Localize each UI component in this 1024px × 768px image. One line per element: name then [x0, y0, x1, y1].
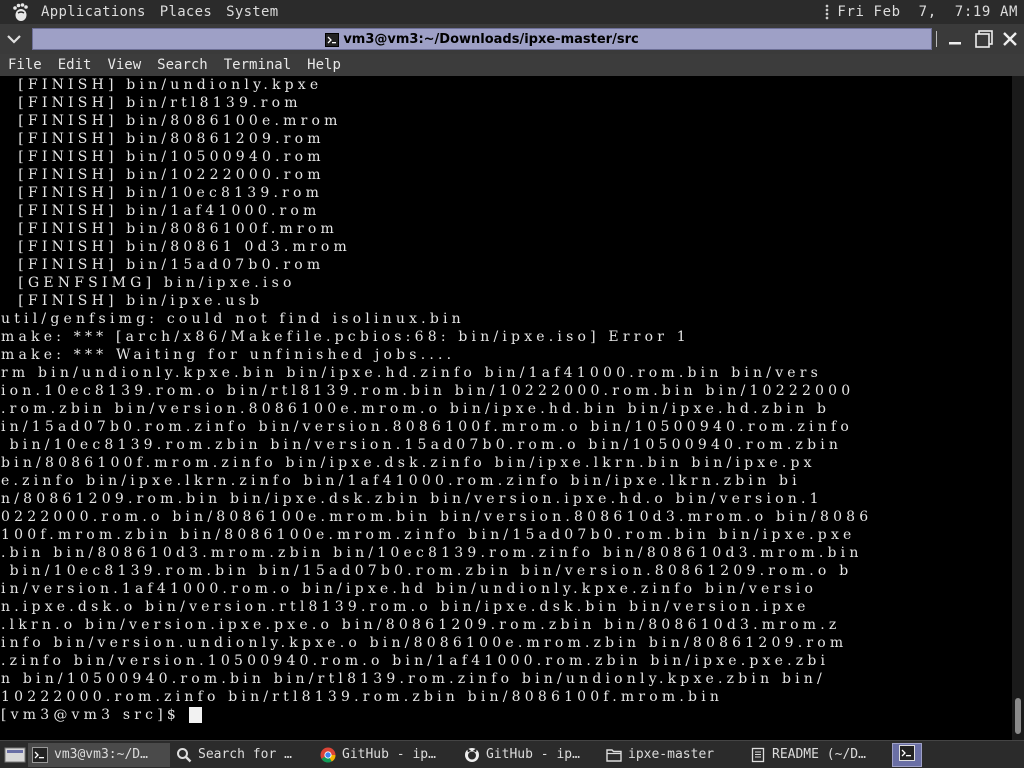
terminal-line: [FINISH] bin/undionly.kpxe — [1, 77, 323, 93]
terminal-scrollbar[interactable] — [1012, 76, 1024, 740]
document-icon — [750, 747, 766, 763]
places-menu[interactable]: Places — [154, 4, 218, 20]
terminal-line: in/version.1af41000.rom.o bin/ipxe.hd bi… — [1, 581, 818, 597]
window-title: vm3@vm3:~/Downloads/ipxe-master/src — [343, 31, 639, 47]
terminal-line: n bin/10500940.rom.bin bin/rtl8139.rom.z… — [1, 671, 826, 687]
system-menu[interactable]: System — [220, 4, 284, 20]
terminal-line: util/genfsimg: could not find isolinux.b… — [1, 311, 465, 327]
search-icon — [176, 747, 192, 763]
task-label: vm3@vm3:~/D… — [54, 747, 148, 762]
task-label: README (~/D… — [772, 747, 866, 762]
top-panel: Applications Places System Fri Feb 7, 7:… — [0, 0, 1024, 24]
window-title-field[interactable]: vm3@vm3:~/Downloads/ipxe-master/src — [32, 28, 932, 50]
terminal-line: [FINISH] bin/10222000.rom — [1, 167, 325, 183]
task-terminal-active[interactable] — [892, 742, 922, 767]
title-separator — [936, 31, 937, 47]
terminal-line: make: *** Waiting for unfinished jobs...… — [1, 347, 456, 363]
terminal-line: [FINISH] bin/15ad07b0.rom — [1, 257, 325, 273]
terminal-line: [FINISH] bin/ipxe.usb — [1, 293, 264, 309]
task-terminal[interactable]: vm3@vm3:~/D… — [28, 742, 170, 767]
minimize-icon[interactable] — [944, 28, 966, 50]
terminal-line: ion.10ec8139.rom.o bin/rtl8139.rom.bin b… — [1, 383, 855, 399]
task-github[interactable]: GitHub - ip… — [460, 743, 600, 767]
github-icon — [464, 747, 480, 763]
terminal-line: [FINISH] bin/8086100e.mrom — [1, 113, 342, 129]
applications-menu[interactable]: Applications — [35, 4, 152, 20]
task-folder[interactable]: ipxe-master — [602, 743, 744, 767]
task-label: ipxe-master — [628, 747, 715, 762]
shell-prompt-line[interactable]: [vm3@vm3 src]$ — [1, 706, 872, 724]
terminal-line: [GENFSIMG] bin/ipxe.iso — [1, 275, 296, 291]
menu-help[interactable]: Help — [299, 57, 349, 73]
close-icon[interactable] — [999, 28, 1021, 50]
gnome-foot-icon[interactable] — [9, 1, 31, 23]
task-label: GitHub - ip… — [486, 747, 580, 762]
taskbar: vm3@vm3:~/D… Search for … GitHub - ip… G… — [0, 740, 1024, 768]
terminal-line: .bin bin/808610d3.mrom.zbin bin/10ec8139… — [1, 545, 863, 561]
menu-terminal[interactable]: Terminal — [216, 57, 299, 73]
chrome-icon — [320, 747, 336, 763]
terminal-line: [FINISH] bin/1af41000.rom — [1, 203, 321, 219]
terminal-line: [FINISH] bin/rtl8139.rom — [1, 95, 302, 111]
terminal-line: bin/8086100f.mrom.zinfo bin/ipxe.dsk.zin… — [1, 455, 816, 471]
menubar: File Edit View Search Terminal Help — [0, 54, 1024, 76]
folder-icon — [606, 747, 622, 763]
terminal-line: n.ipxe.dsk.o bin/version.rtl8139.rom.o b… — [1, 599, 810, 615]
terminal-output[interactable]: [FINISH] bin/undionly.kpxe [FINISH] bin/… — [0, 76, 1012, 740]
terminal-line: n/80861209.rom.bin bin/ipxe.dsk.zbin bin… — [1, 491, 823, 507]
menu-edit[interactable]: Edit — [50, 57, 100, 73]
terminal-line: info bin/version.undionly.kpxe.o bin/808… — [1, 635, 848, 651]
clock[interactable]: Fri Feb 7, 7:19 AM — [837, 4, 1018, 20]
terminal-line: [FINISH] bin/80861 0d3.mrom — [1, 239, 351, 255]
terminal-icon — [325, 32, 340, 47]
terminal-line: 100f.mrom.zbin bin/8086100e.mrom.zinfo b… — [1, 527, 856, 543]
terminal-cursor — [188, 707, 202, 723]
show-desktop-icon[interactable] — [2, 744, 28, 766]
panel-drag-handle[interactable] — [825, 4, 830, 20]
task-chrome-github[interactable]: GitHub - ip… — [316, 743, 458, 767]
window-menu-chevron-down-icon[interactable] — [2, 27, 26, 51]
scrollbar-thumb[interactable] — [1015, 698, 1021, 734]
terminal-line: make: *** [arch/x86/Makefile.pcbios:68: … — [1, 329, 690, 345]
task-readme[interactable]: README (~/D… — [746, 743, 886, 767]
terminal-line: [FINISH] bin/8086100f.mrom — [1, 221, 339, 237]
menu-search[interactable]: Search — [149, 57, 216, 73]
terminal-line: bin/10ec8139.rom.zbin bin/version.15ad07… — [1, 437, 843, 453]
task-search[interactable]: Search for … — [172, 743, 314, 767]
terminal-line: 0222000.rom.o bin/8086100e.mrom.bin bin/… — [1, 509, 873, 525]
window-titlebar: vm3@vm3:~/Downloads/ipxe-master/src — [0, 24, 1024, 54]
terminal-icon — [32, 746, 48, 763]
terminal-line: .zinfo bin/version.10500940.rom.o bin/1a… — [1, 653, 830, 669]
terminal-line: .rom.zbin bin/version.8086100e.mrom.o bi… — [1, 401, 831, 417]
terminal-lines: [FINISH] bin/undionly.kpxe [FINISH] bin/… — [1, 76, 872, 724]
maximize-icon[interactable] — [973, 28, 995, 50]
task-label: Search for … — [198, 747, 292, 762]
terminal-line: rm bin/undionly.kpxe.bin bin/ipxe.hd.zin… — [1, 365, 823, 381]
shell-prompt: [vm3@vm3 src]$ — [1, 707, 189, 723]
terminal-line: bin/10ec8139.rom.bin bin/15ad07b0.rom.zb… — [1, 563, 853, 579]
terminal-line: .lkrn.o bin/version.ipxe.pxe.o bin/80861… — [1, 617, 841, 633]
terminal-icon — [899, 744, 915, 765]
terminal-line: 10222000.rom.zinfo bin/rtl8139.rom.zbin … — [1, 689, 724, 705]
terminal-line: in/15ad07b0.rom.zinfo bin/version.808610… — [1, 419, 853, 435]
terminal-line: e.zinfo bin/ipxe.lkrn.zinfo bin/1af41000… — [1, 473, 801, 489]
task-label: GitHub - ip… — [342, 747, 436, 762]
menu-view[interactable]: View — [99, 57, 149, 73]
clock-area: Fri Feb 7, 7:19 AM — [825, 0, 1024, 24]
terminal-line: [FINISH] bin/10500940.rom — [1, 149, 325, 165]
menu-file[interactable]: File — [0, 57, 50, 73]
terminal-line: [FINISH] bin/10ec8139.rom — [1, 185, 324, 201]
terminal-line: [FINISH] bin/80861209.rom — [1, 131, 325, 147]
